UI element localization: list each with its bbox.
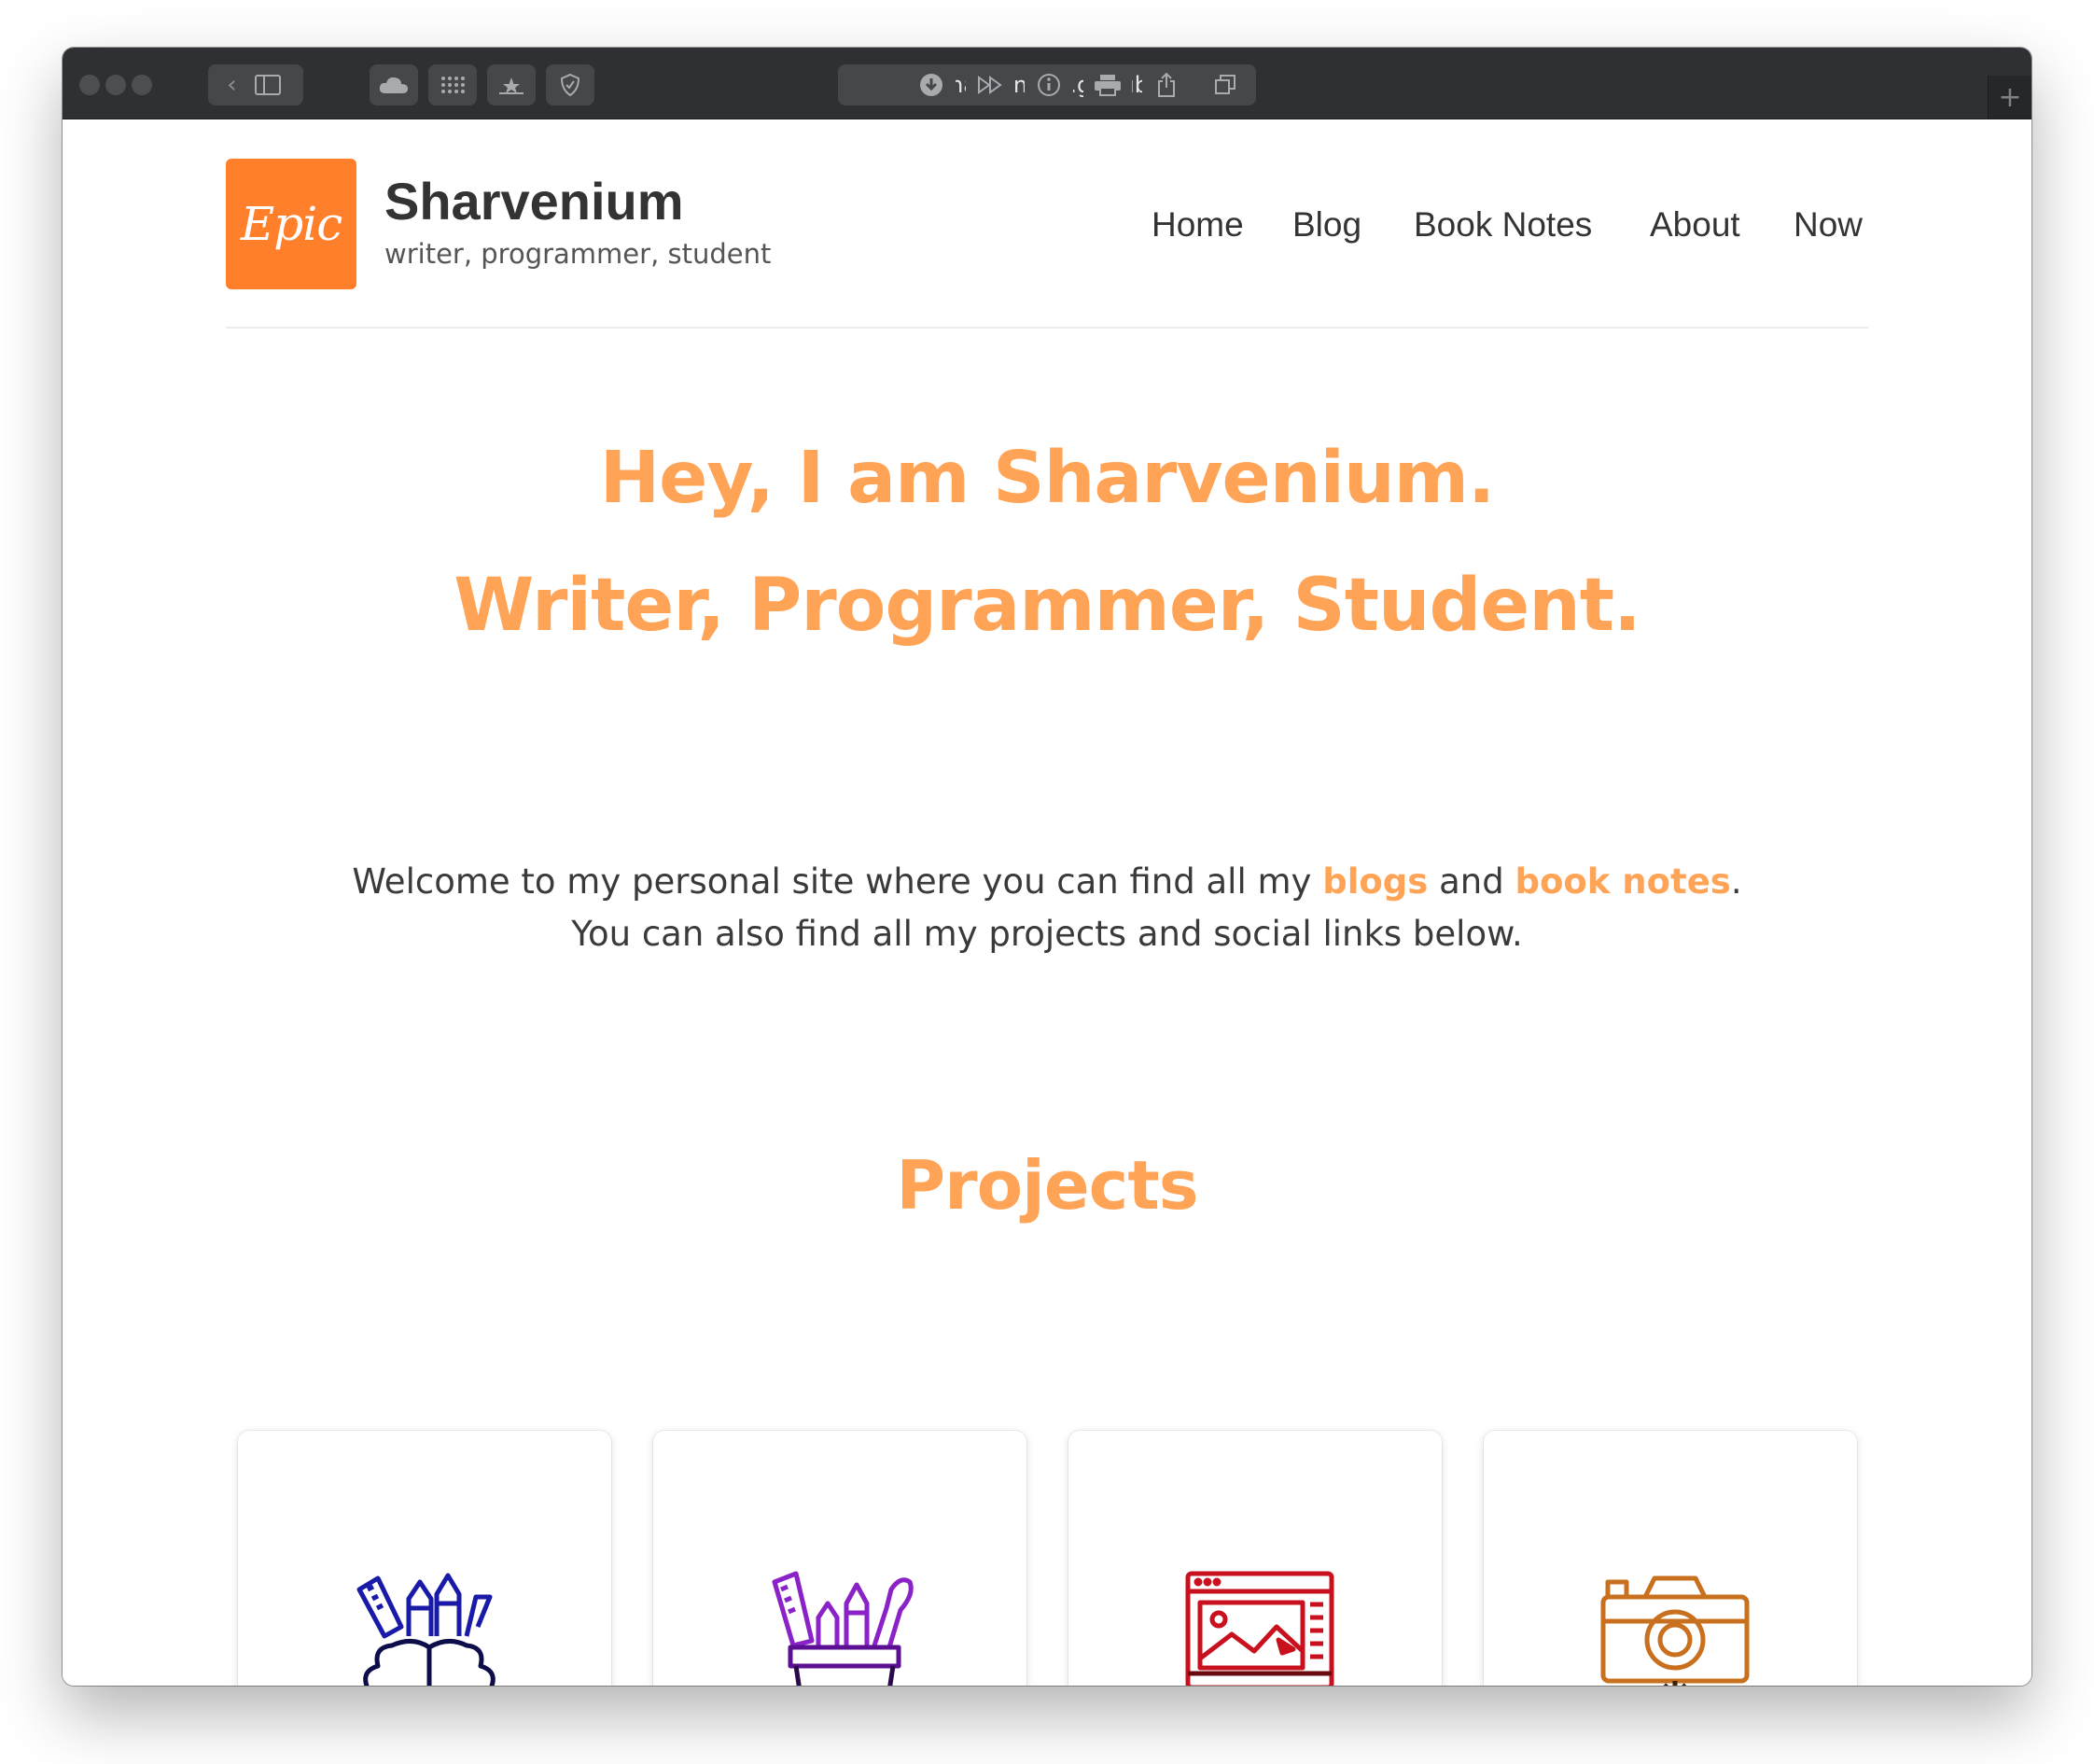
chevron-left-icon: ‹ bbox=[227, 71, 237, 99]
header-divider bbox=[226, 327, 1868, 329]
project-card-2[interactable] bbox=[653, 1431, 1026, 1686]
print-button[interactable] bbox=[1083, 64, 1132, 105]
share-button[interactable] bbox=[1142, 64, 1191, 105]
project-card-3[interactable] bbox=[1068, 1431, 1442, 1686]
star-icon bbox=[499, 77, 524, 94]
nav-blog[interactable]: Blog bbox=[1292, 205, 1361, 245]
projects-heading: Projects bbox=[896, 1146, 1198, 1225]
main-nav: Home Blog Book Notes About Now bbox=[63, 205, 2031, 252]
close-window-button[interactable] bbox=[79, 75, 100, 95]
downloads-button[interactable] bbox=[907, 64, 956, 105]
welcome-line-2: You can also find all my projects and so… bbox=[571, 914, 1523, 954]
icloud-tabs-button[interactable] bbox=[370, 64, 418, 105]
nav-book-notes[interactable]: Book Notes bbox=[1414, 205, 1592, 245]
grid-apps-button[interactable] bbox=[428, 64, 477, 105]
bookmark-button[interactable] bbox=[487, 64, 536, 105]
cloud-icon bbox=[379, 77, 408, 93]
tabs-icon bbox=[1215, 75, 1235, 94]
minimize-window-button[interactable] bbox=[105, 75, 126, 95]
book-notes-link[interactable]: book notes bbox=[1515, 861, 1730, 902]
browser-toolbar: ‹ › 🔒︎ sharvenium.github.io ↻ bbox=[63, 48, 2031, 119]
share-icon bbox=[1158, 72, 1175, 97]
sidebar-button[interactable] bbox=[244, 64, 292, 105]
fast-forward-button[interactable] bbox=[966, 64, 1014, 105]
brain-tools-icon bbox=[356, 1573, 496, 1686]
camera-tripod-icon bbox=[1600, 1575, 1750, 1686]
new-tab-button[interactable]: + bbox=[1988, 76, 2031, 119]
web-page: Epic Sharvenium writer, programmer, stud… bbox=[63, 119, 2031, 1686]
nav-home[interactable]: Home bbox=[1152, 205, 1244, 245]
zoom-window-button[interactable] bbox=[132, 75, 152, 95]
plus-icon: + bbox=[1998, 80, 2022, 114]
nav-about[interactable]: About bbox=[1650, 205, 1740, 245]
fast-forward-icon bbox=[978, 76, 1002, 94]
blogs-link[interactable]: blogs bbox=[1322, 861, 1428, 902]
project-card-4[interactable] bbox=[1484, 1431, 1857, 1686]
shield-icon bbox=[560, 73, 580, 97]
tab-overview-button[interactable] bbox=[1201, 64, 1249, 105]
sidebar-icon bbox=[255, 75, 281, 95]
browser-window: ‹ › 🔒︎ sharvenium.github.io ↻ bbox=[63, 48, 2031, 1686]
download-icon bbox=[920, 74, 942, 96]
nav-now[interactable]: Now bbox=[1794, 205, 1863, 245]
pencil-cup-icon bbox=[772, 1571, 914, 1686]
grid-icon bbox=[441, 77, 465, 93]
info-button[interactable] bbox=[1025, 64, 1073, 105]
info-icon bbox=[1038, 74, 1060, 96]
printer-icon bbox=[1095, 75, 1121, 96]
hero-line-2: Writer, Programmer, Student. bbox=[454, 564, 1640, 648]
hero-line-1: Hey, I am Sharvenium. bbox=[599, 437, 1496, 520]
project-card-1[interactable] bbox=[238, 1431, 611, 1686]
design-monitor-icon bbox=[1185, 1571, 1334, 1686]
privacy-shield-button[interactable] bbox=[546, 64, 594, 105]
welcome-line-1: Welcome to my personal site where you ca… bbox=[352, 861, 1742, 902]
